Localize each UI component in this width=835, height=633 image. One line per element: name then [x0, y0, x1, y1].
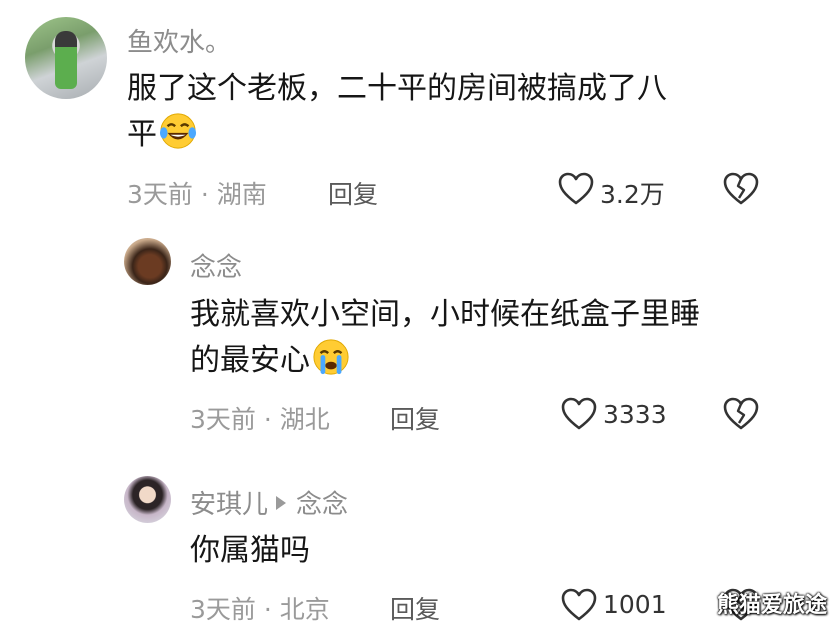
reply-button[interactable]: 回复 — [390, 590, 440, 626]
comment-text: 服了这个老板，二十平的房间被搞成了八 平 — [127, 66, 667, 158]
like-count: 1001 — [603, 590, 667, 619]
like-count: 3.2万 — [600, 180, 665, 209]
avatar[interactable] — [25, 17, 107, 99]
comment-meta: 3天前 · 湖南 — [127, 180, 267, 209]
comment-text-line: 服了这个老板，二十平的房间被搞成了八 — [127, 71, 667, 106]
laughing-crying-emoji-icon — [159, 113, 197, 149]
like-count: 3333 — [603, 400, 667, 429]
username[interactable]: 鱼欢水。 — [127, 22, 231, 59]
username[interactable]: 安琪儿 — [190, 490, 268, 520]
reply-button[interactable]: 回复 — [390, 400, 440, 436]
watermark: 熊猫爱旅途 — [716, 593, 827, 618]
avatar-figure — [55, 31, 77, 89]
comment-meta: 3天前 · 北京 — [190, 595, 330, 624]
like-heart-icon[interactable] — [561, 588, 597, 622]
comment-text-line: 平 — [127, 117, 157, 152]
reply-to-username[interactable]: 念念 — [296, 490, 348, 520]
like-heart-icon[interactable] — [558, 172, 594, 206]
dislike-broken-heart-icon[interactable] — [723, 397, 759, 431]
crying-emoji-icon — [313, 339, 349, 375]
like-heart-icon[interactable] — [561, 397, 597, 431]
reply-header: 安琪儿 念念 — [190, 484, 348, 521]
avatar[interactable] — [124, 238, 171, 285]
comment-text-line: 我就喜欢小空间，小时候在纸盒子里睡 — [190, 297, 700, 332]
reply-button[interactable]: 回复 — [328, 175, 378, 211]
comment-meta: 3天前 · 湖北 — [190, 405, 330, 434]
reply-arrow-icon — [276, 496, 287, 510]
dislike-broken-heart-icon[interactable] — [723, 172, 759, 206]
comment-text: 我就喜欢小空间，小时候在纸盒子里睡 的最安心 — [190, 292, 700, 384]
username[interactable]: 念念 — [190, 247, 242, 284]
avatar[interactable] — [124, 476, 171, 523]
comment-text-line: 的最安心 — [190, 343, 310, 378]
comment-text: 你属猫吗 — [190, 528, 310, 574]
comment-text-line: 你属猫吗 — [190, 533, 310, 568]
